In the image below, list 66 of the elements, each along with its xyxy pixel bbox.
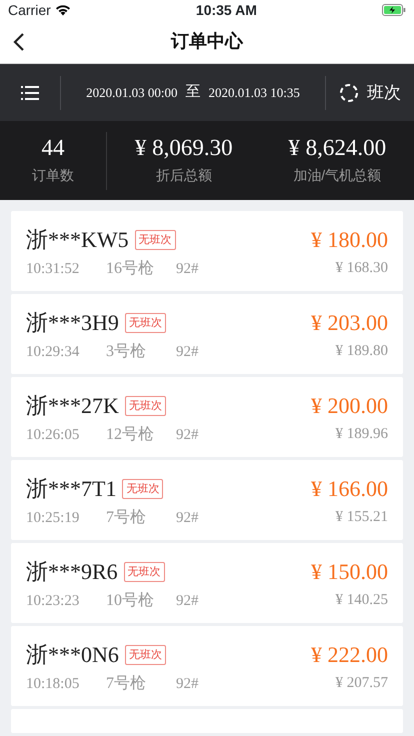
order-amount: ¥ 180.00 xyxy=(311,227,388,254)
stat-value: ¥ 8,069.30 xyxy=(134,135,233,161)
plate-number: 浙***9R6 xyxy=(26,559,118,586)
order-time: 10:26:05 xyxy=(26,426,80,446)
plate-number: 浙***0N6 xyxy=(26,642,119,668)
stat-value: 44 xyxy=(42,135,64,161)
order-time: 10:31:52 xyxy=(26,260,80,280)
stat-label: 加油/气机总额 xyxy=(293,166,382,185)
wifi-icon xyxy=(54,4,71,16)
order-time: 10:23:23 xyxy=(26,592,80,612)
fuel-grade: 92# xyxy=(176,509,198,528)
stat-label: 折后总额 xyxy=(156,166,212,185)
paid-amount: ¥ 140.25 xyxy=(336,591,388,610)
status-time: 10:35 AM xyxy=(196,0,257,20)
order-amount: ¥ 222.00 xyxy=(311,642,388,668)
pump-number: 12号枪 xyxy=(106,425,155,446)
battery-icon xyxy=(382,4,406,16)
carrier-text: Carrier xyxy=(8,0,51,20)
order-time: 10:25:19 xyxy=(26,509,80,528)
paid-amount: ¥ 189.80 xyxy=(336,342,388,362)
fuel-grade: 92# xyxy=(176,260,198,280)
order-card[interactable]: 浙***KW5 无班次 10:31:52 16号枪 92# ¥ 180.00 ¥ 168.30 xyxy=(11,211,403,291)
order-card[interactable]: 浙***27K 无班次 10:26:05 12号枪 92# ¥ 200.00 ¥ 189.96 xyxy=(11,377,403,457)
page-title: 订单中心 xyxy=(171,30,243,53)
pump-number: 7号枪 xyxy=(106,508,147,528)
paid-amount: ¥ 189.96 xyxy=(336,425,388,444)
date-range-button[interactable]: 2020.01.03 00:00 至 2020.01.03 10:35 xyxy=(61,81,325,104)
fuel-grade: 92# xyxy=(176,592,198,612)
order-amount: ¥ 150.00 xyxy=(311,559,388,586)
fuel-grade: 92# xyxy=(176,343,198,362)
plate-number: 浙***27K xyxy=(26,393,119,420)
order-amount: ¥ 200.00 xyxy=(311,393,388,420)
order-card[interactable]: 浙***7T1 无班次 10:25:19 7号枪 92# ¥ 166.00 ¥ 155.21 xyxy=(11,460,403,540)
menu-icon xyxy=(21,86,39,100)
plate-number: 浙***7T1 xyxy=(26,476,116,502)
order-card[interactable]: 浙***3H9 无班次 10:29:34 3号枪 92# ¥ 203.00 ¥ 189.80 xyxy=(11,294,403,374)
end-date: 2020.01.03 10:35 xyxy=(208,84,300,102)
pump-number: 16号枪 xyxy=(106,259,155,280)
loading-circle-icon xyxy=(339,82,359,102)
pump-number: 10号枪 xyxy=(106,591,155,612)
range-separator: 至 xyxy=(186,82,200,102)
fuel-grade: 92# xyxy=(176,426,198,446)
paid-amount: ¥ 168.30 xyxy=(336,259,388,278)
order-card[interactable]: 浙***0N6 无班次 10:18:05 7号枪 92# ¥ 222.00 ¥ 207.57 xyxy=(11,626,403,706)
order-card[interactable]: 浙***9R6 无班次 10:23:23 10号枪 92# ¥ 150.00 ¥ 140.25 xyxy=(11,543,403,623)
shift-tag: 无班次 xyxy=(124,312,166,334)
fuel-grade: 92# xyxy=(176,675,198,694)
shift-button[interactable]: 班次 xyxy=(326,80,414,106)
shift-tag: 无班次 xyxy=(124,644,166,666)
order-time: 10:29:34 xyxy=(26,343,80,362)
pump-number: 3号枪 xyxy=(106,342,147,362)
start-date: 2020.01.03 00:00 xyxy=(86,84,178,102)
paid-amount: ¥ 207.57 xyxy=(336,674,388,694)
shift-tag: 无班次 xyxy=(124,562,165,582)
paid-amount: ¥ 155.21 xyxy=(336,508,388,528)
plate-number: 浙***KW5 xyxy=(26,227,129,254)
order-time: 10:18:05 xyxy=(26,675,80,694)
order-amount: ¥ 203.00 xyxy=(311,310,388,336)
stat-value: ¥ 8,624.00 xyxy=(288,135,386,161)
order-amount: ¥ 166.00 xyxy=(311,476,388,502)
shift-tag: 无班次 xyxy=(122,478,164,500)
stat-label: 订单数 xyxy=(32,166,74,185)
plate-number: 浙***3H9 xyxy=(26,310,119,336)
shift-tag: 无班次 xyxy=(134,230,176,250)
pump-number: 7号枪 xyxy=(106,674,147,694)
shift-tag: 无班次 xyxy=(124,396,166,416)
